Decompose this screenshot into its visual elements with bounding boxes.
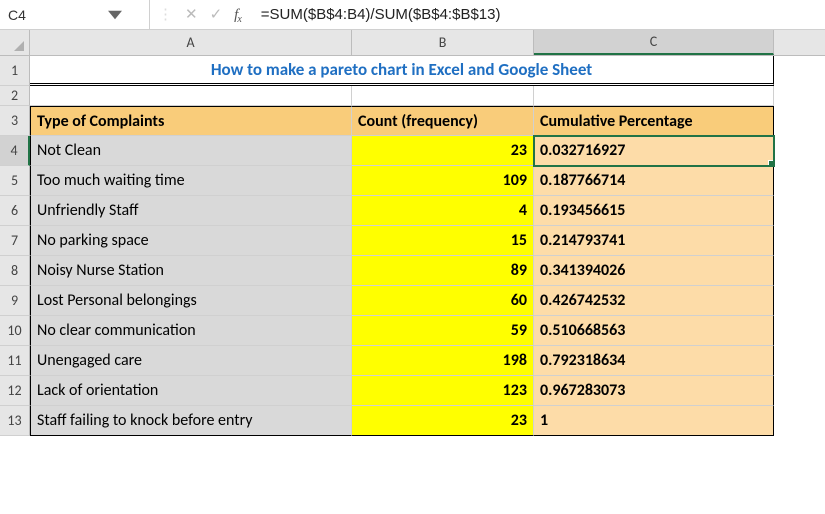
- row-header-12[interactable]: 12: [0, 376, 30, 406]
- col-header-A[interactable]: A: [30, 30, 352, 55]
- cell-C8[interactable]: 0.341394026: [534, 256, 774, 286]
- cell-A9[interactable]: Lost Personal belongings: [30, 286, 352, 316]
- name-box-wrap: [0, 0, 150, 29]
- separator-icon: ⋮: [158, 5, 173, 24]
- row-header-1[interactable]: 1: [0, 56, 30, 86]
- formula-controls: ⋮ ✕ ✓ fx: [150, 5, 251, 24]
- row-11: 11Unengaged care1980.792318634: [0, 346, 825, 376]
- row-13: 13Staff failing to knock before entry231: [0, 406, 825, 436]
- cell-B13[interactable]: 23: [352, 406, 534, 436]
- select-all-icon: [14, 41, 24, 51]
- cell-C10[interactable]: 0.510668563: [534, 316, 774, 346]
- cell-B6[interactable]: 4: [352, 196, 534, 226]
- enter-icon[interactable]: ✓: [210, 5, 223, 24]
- title-cell[interactable]: How to make a pareto chart in Excel and …: [30, 56, 774, 86]
- cell-A6[interactable]: Unfriendly Staff: [30, 196, 352, 226]
- cell-C2[interactable]: [534, 86, 774, 106]
- cell-C11[interactable]: 0.792318634: [534, 346, 774, 376]
- cell-A8[interactable]: Noisy Nurse Station: [30, 256, 352, 286]
- cell-C13[interactable]: 1: [534, 406, 774, 436]
- cell-A10[interactable]: No clear communication: [30, 316, 352, 346]
- name-box[interactable]: [8, 7, 108, 23]
- row-header-7[interactable]: 7: [0, 226, 30, 256]
- header-type[interactable]: Type of Complaints: [30, 106, 352, 136]
- cancel-icon[interactable]: ✕: [185, 5, 198, 24]
- row-9: 9Lost Personal belongings600.426742532: [0, 286, 825, 316]
- row-6: 6Unfriendly Staff40.193456615: [0, 196, 825, 226]
- cell-C12[interactable]: 0.967283073: [534, 376, 774, 406]
- row-header-10[interactable]: 10: [0, 316, 30, 346]
- column-headers: A B C: [0, 30, 825, 56]
- cell-A12[interactable]: Lack of orientation: [30, 376, 352, 406]
- row-3: 3 Type of Complaints Count (frequency) C…: [0, 106, 825, 136]
- cell-B4[interactable]: 23: [352, 136, 534, 166]
- cell-B9[interactable]: 60: [352, 286, 534, 316]
- cell-B2[interactable]: [352, 86, 534, 106]
- page-title: How to make a pareto chart in Excel and …: [211, 59, 592, 80]
- cell-A2[interactable]: [30, 86, 352, 106]
- row-2: 2: [0, 86, 825, 106]
- cell-C9[interactable]: 0.426742532: [534, 286, 774, 316]
- cell-B10[interactable]: 59: [352, 316, 534, 346]
- col-header-B[interactable]: B: [352, 30, 534, 55]
- name-box-dropdown-icon[interactable]: [108, 8, 122, 22]
- cell-B5[interactable]: 109: [352, 166, 534, 196]
- col-header-C[interactable]: C: [534, 30, 774, 55]
- select-all-corner[interactable]: [0, 30, 30, 55]
- row-header-9[interactable]: 9: [0, 286, 30, 316]
- formula-input[interactable]: [251, 0, 825, 29]
- header-count[interactable]: Count (frequency): [352, 106, 534, 136]
- row-5: 5Too much waiting time1090.187766714: [0, 166, 825, 196]
- cell-C6[interactable]: 0.193456615: [534, 196, 774, 226]
- row-header-13[interactable]: 13: [0, 406, 30, 436]
- row-7: 7No parking space150.214793741: [0, 226, 825, 256]
- formula-bar: ⋮ ✕ ✓ fx: [0, 0, 825, 30]
- cell-A13[interactable]: Staff failing to knock before entry: [30, 406, 352, 436]
- row-header-2[interactable]: 2: [0, 86, 30, 106]
- cell-A5[interactable]: Too much waiting time: [30, 166, 352, 196]
- row-header-6[interactable]: 6: [0, 196, 30, 226]
- cell-A7[interactable]: No parking space: [30, 226, 352, 256]
- fx-icon[interactable]: fx: [234, 6, 243, 24]
- cell-C4[interactable]: 0.032716927: [534, 136, 774, 166]
- row-10: 10No clear communication590.510668563: [0, 316, 825, 346]
- cell-B12[interactable]: 123: [352, 376, 534, 406]
- cell-A11[interactable]: Unengaged care: [30, 346, 352, 376]
- cell-B8[interactable]: 89: [352, 256, 534, 286]
- row-header-5[interactable]: 5: [0, 166, 30, 196]
- row-header-3[interactable]: 3: [0, 106, 30, 136]
- cell-C5[interactable]: 0.187766714: [534, 166, 774, 196]
- row-12: 12Lack of orientation1230.967283073: [0, 376, 825, 406]
- row-header-8[interactable]: 8: [0, 256, 30, 286]
- row-1: 1 How to make a pareto chart in Excel an…: [0, 56, 825, 86]
- row-4: 4Not Clean230.032716927: [0, 136, 825, 166]
- row-8: 8Noisy Nurse Station890.341394026: [0, 256, 825, 286]
- cell-A4[interactable]: Not Clean: [30, 136, 352, 166]
- header-cum[interactable]: Cumulative Percentage: [534, 106, 774, 136]
- row-header-4[interactable]: 4: [0, 136, 30, 166]
- row-header-11[interactable]: 11: [0, 346, 30, 376]
- cell-C7[interactable]: 0.214793741: [534, 226, 774, 256]
- cell-B7[interactable]: 15: [352, 226, 534, 256]
- cell-B11[interactable]: 198: [352, 346, 534, 376]
